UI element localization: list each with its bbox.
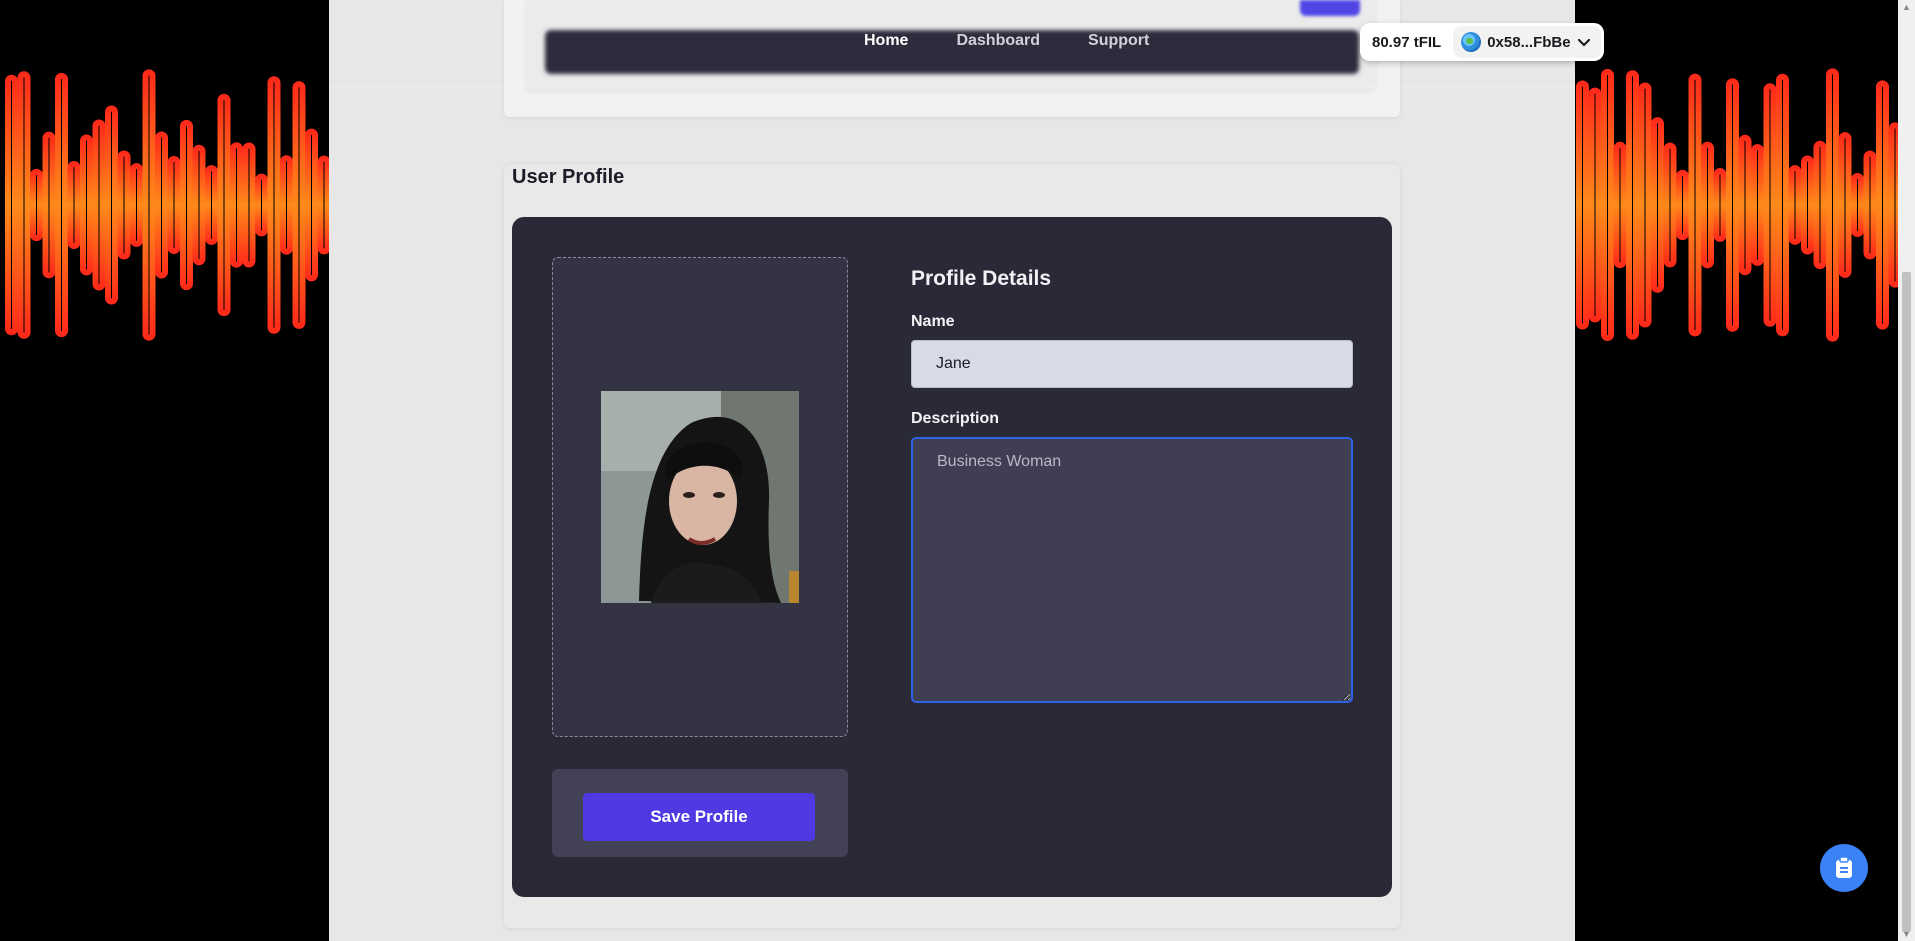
wave-bar <box>1851 172 1864 238</box>
wave-bar <box>1763 83 1777 327</box>
wave-bar <box>255 173 268 237</box>
wave-bar <box>292 81 306 329</box>
wave-bar <box>142 69 156 341</box>
audio-wave-right-decoration <box>1576 68 1914 342</box>
wave-bar <box>242 142 256 268</box>
wave-bar <box>1826 68 1839 342</box>
section-title: User Profile <box>512 166 625 188</box>
image-upload-dropzone[interactable] <box>552 257 848 737</box>
wave-bar <box>1588 87 1602 323</box>
wave-bar <box>1788 165 1802 245</box>
name-label: Name <box>911 313 955 330</box>
globe-icon <box>1461 32 1482 52</box>
wave-bar <box>80 134 93 276</box>
wave-bar <box>42 131 56 279</box>
chat-button[interactable] <box>1820 844 1868 892</box>
wave-bar <box>117 150 131 260</box>
save-panel: Save Profile <box>552 769 848 857</box>
wave-bar <box>1638 82 1652 328</box>
wave-bar <box>205 165 218 245</box>
wave-bar <box>217 93 231 317</box>
portrait-illustration <box>601 391 799 603</box>
description-field[interactable]: Business Woman <box>911 437 1353 703</box>
scroll-up-icon[interactable]: ▲ <box>1902 2 1911 12</box>
wave-bar <box>1863 150 1877 260</box>
wave-bar <box>30 168 43 242</box>
nav-support[interactable]: Support <box>1088 32 1149 50</box>
wave-bar <box>180 119 193 291</box>
wave-bar <box>55 72 68 338</box>
wave-bar <box>230 142 243 268</box>
wallet-widget: 80.97 tFIL 0x58...FbBe <box>1360 23 1604 61</box>
wave-bar <box>1713 168 1727 242</box>
wave-bar <box>1813 140 1827 270</box>
scroll-down-icon[interactable]: ▼ <box>1902 929 1911 939</box>
wave-bar <box>1576 80 1589 330</box>
wave-bar <box>1676 169 1689 241</box>
wave-bar <box>1688 73 1702 337</box>
wave-bar <box>1613 141 1627 269</box>
nav-dashboard[interactable]: Dashboard <box>956 32 1040 50</box>
wave-bar <box>1838 132 1852 278</box>
wave-bar <box>317 155 330 255</box>
wave-bar <box>1726 78 1739 332</box>
wave-bar <box>67 160 81 250</box>
wallet-account-button[interactable]: 0x58...FbBe <box>1453 26 1601 58</box>
page-scrollbar[interactable]: ▲ ▼ <box>1898 0 1915 941</box>
clipboard-chat-icon <box>1836 856 1852 878</box>
wave-bar <box>1738 134 1752 276</box>
wave-bar <box>1701 141 1714 269</box>
profile-photo <box>601 391 799 603</box>
wave-bar <box>155 131 168 279</box>
wave-bar <box>92 119 106 291</box>
nav-links: Home Dashboard Support <box>864 32 1149 50</box>
chevron-down-icon <box>1577 38 1590 47</box>
wave-bar <box>1776 73 1789 337</box>
profile-details-title: Profile Details <box>911 267 1052 290</box>
name-field[interactable] <box>911 340 1353 388</box>
wave-bar <box>130 163 143 247</box>
wave-bar <box>192 144 206 266</box>
wallet-balance[interactable]: 80.97 tFIL <box>1360 34 1453 51</box>
wave-bar <box>167 156 181 254</box>
wave-bar <box>1601 68 1614 342</box>
wave-bar <box>5 74 18 336</box>
wave-bar <box>1626 70 1639 340</box>
audio-wave-left-decoration <box>5 69 330 341</box>
save-profile-button[interactable]: Save Profile <box>583 793 815 841</box>
profile-card: Save Profile Profile Details Name Descri… <box>512 217 1392 897</box>
profile-details: Profile Details Name Description Busines… <box>911 267 1355 703</box>
wave-bar <box>1651 117 1664 293</box>
wave-bar <box>1751 144 1764 266</box>
wallet-address: 0x58...FbBe <box>1487 33 1571 51</box>
wave-bar <box>1876 80 1889 330</box>
wave-bar <box>1801 155 1814 255</box>
wave-bar <box>105 105 118 305</box>
wave-bar <box>305 128 318 282</box>
scrollbar-thumb[interactable] <box>1902 272 1911 932</box>
wave-bar <box>17 71 31 339</box>
wave-bar <box>267 76 281 334</box>
wave-bar <box>1663 142 1677 268</box>
description-label: Description <box>911 410 1000 427</box>
nav-home[interactable]: Home <box>864 32 908 50</box>
wave-bar <box>280 155 293 255</box>
